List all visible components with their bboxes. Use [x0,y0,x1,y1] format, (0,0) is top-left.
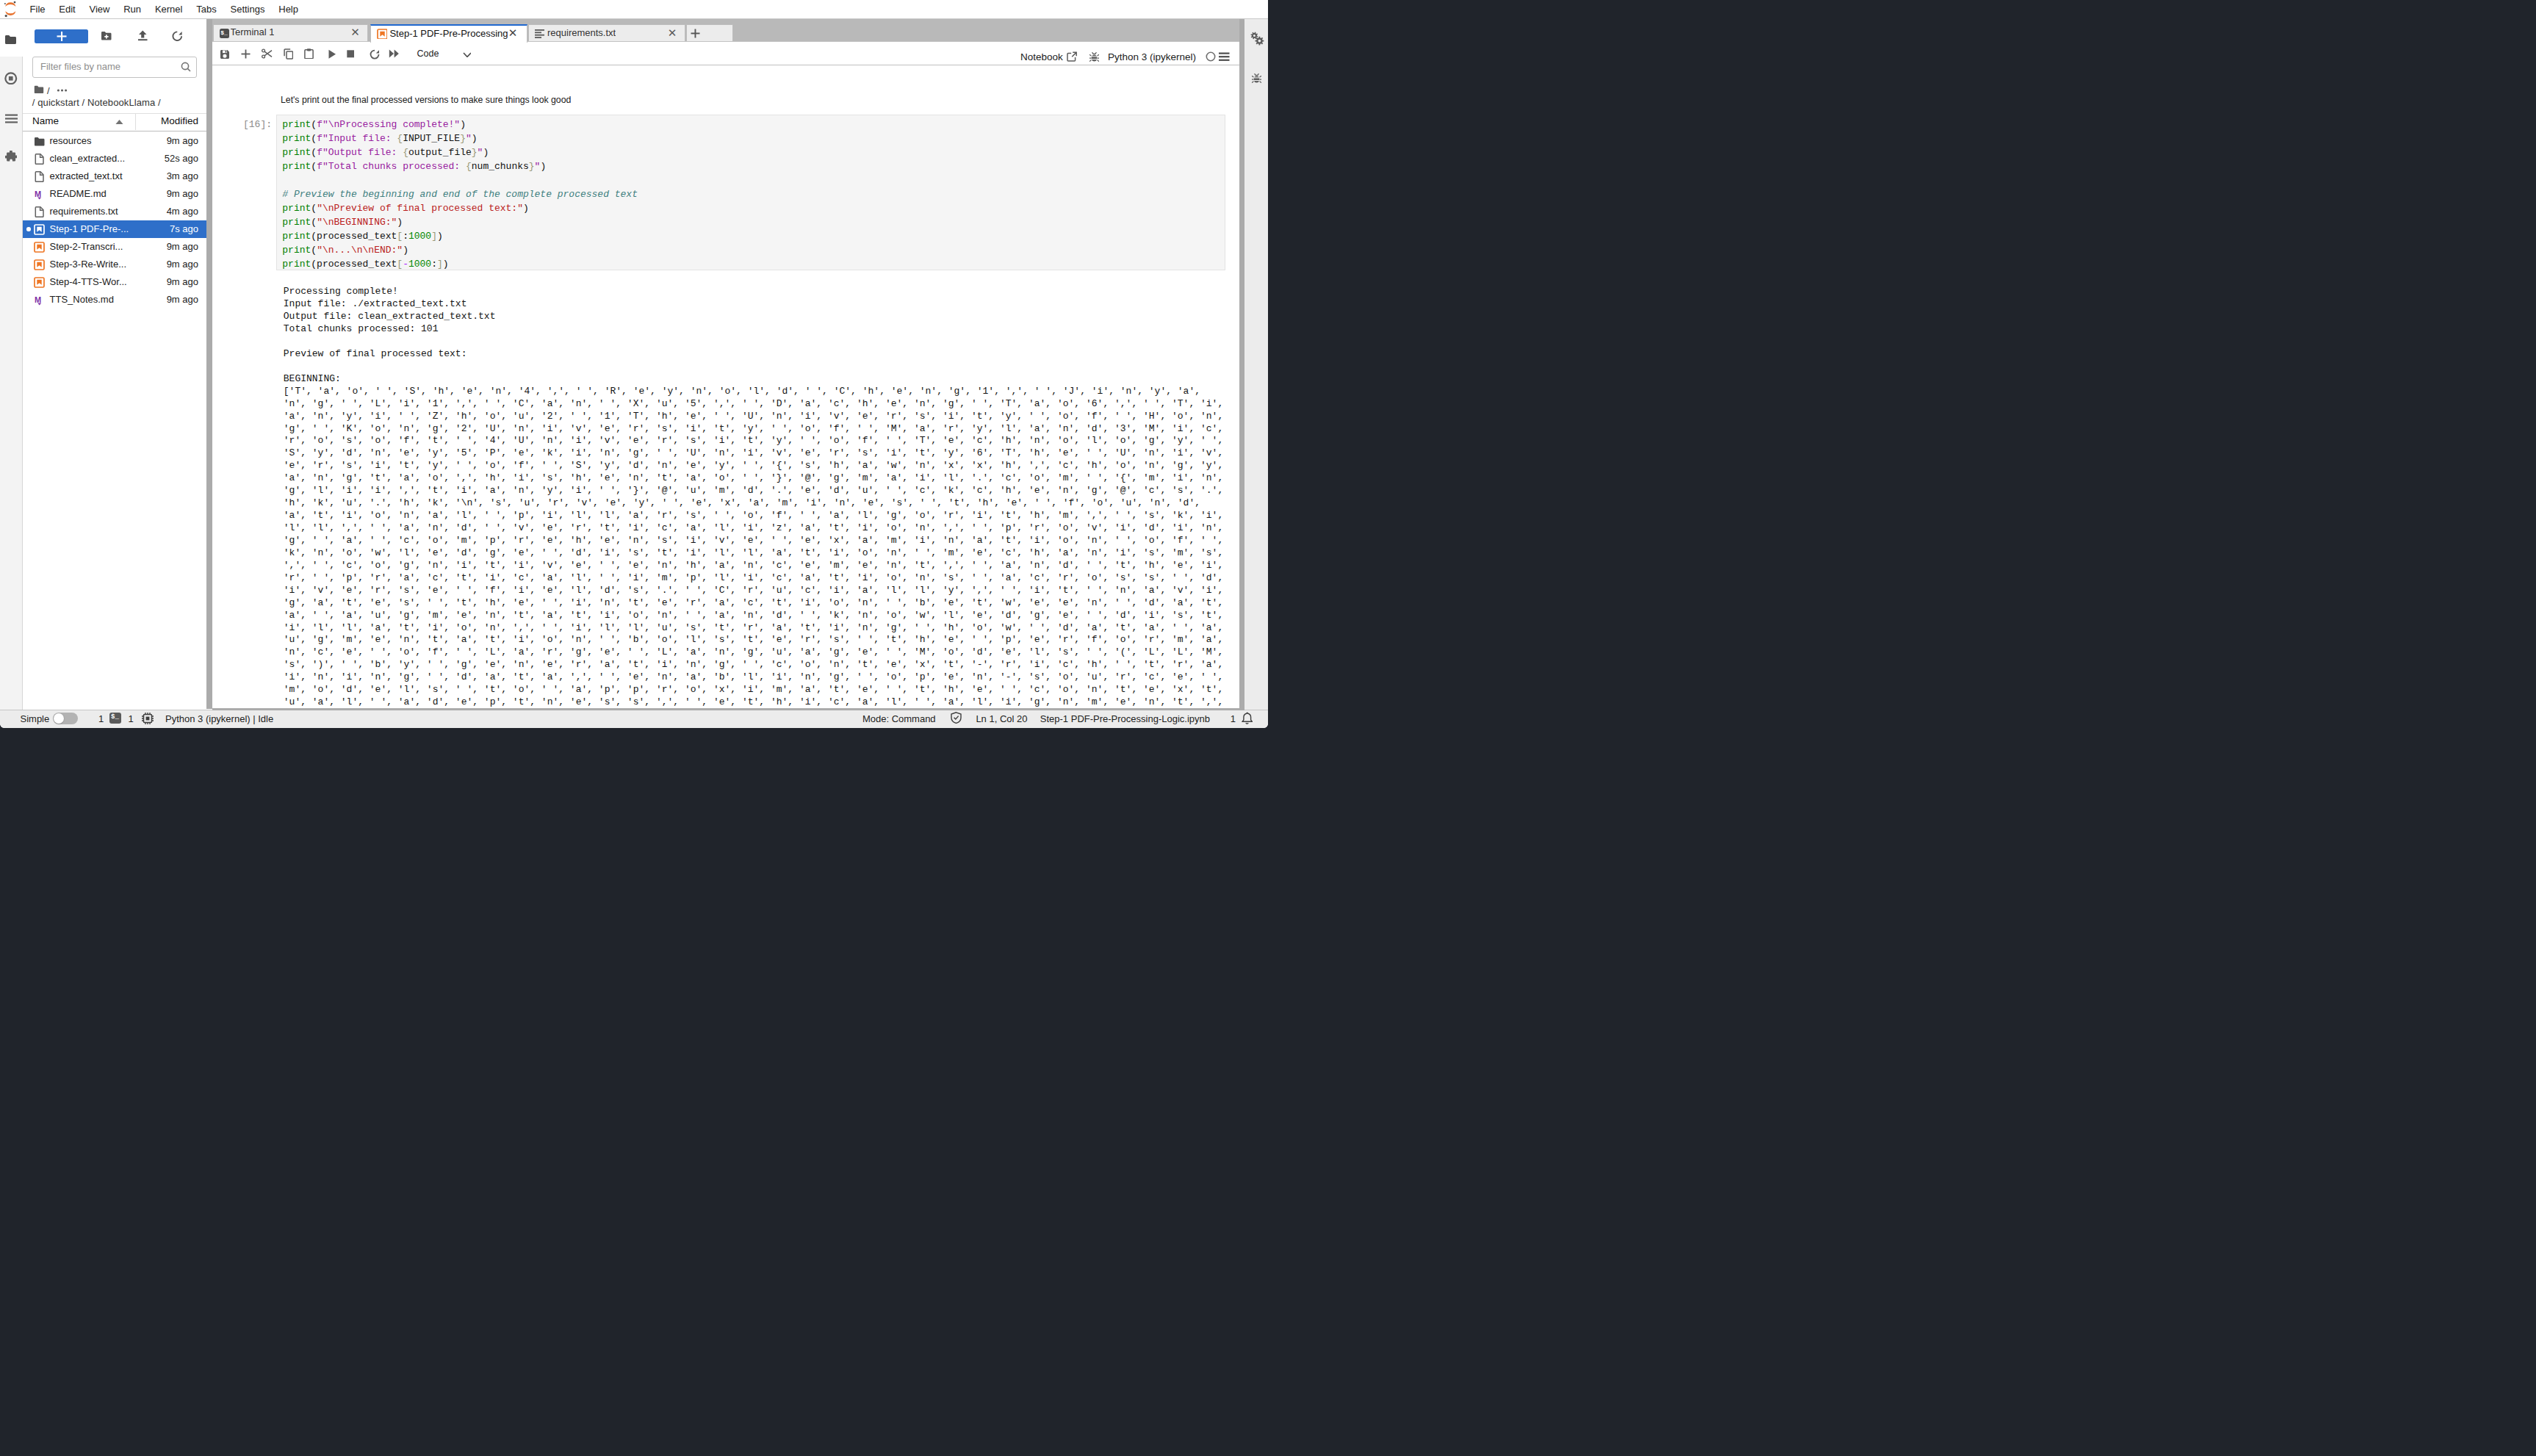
svg-text:M: M [35,295,41,304]
svg-text:M: M [35,190,41,198]
